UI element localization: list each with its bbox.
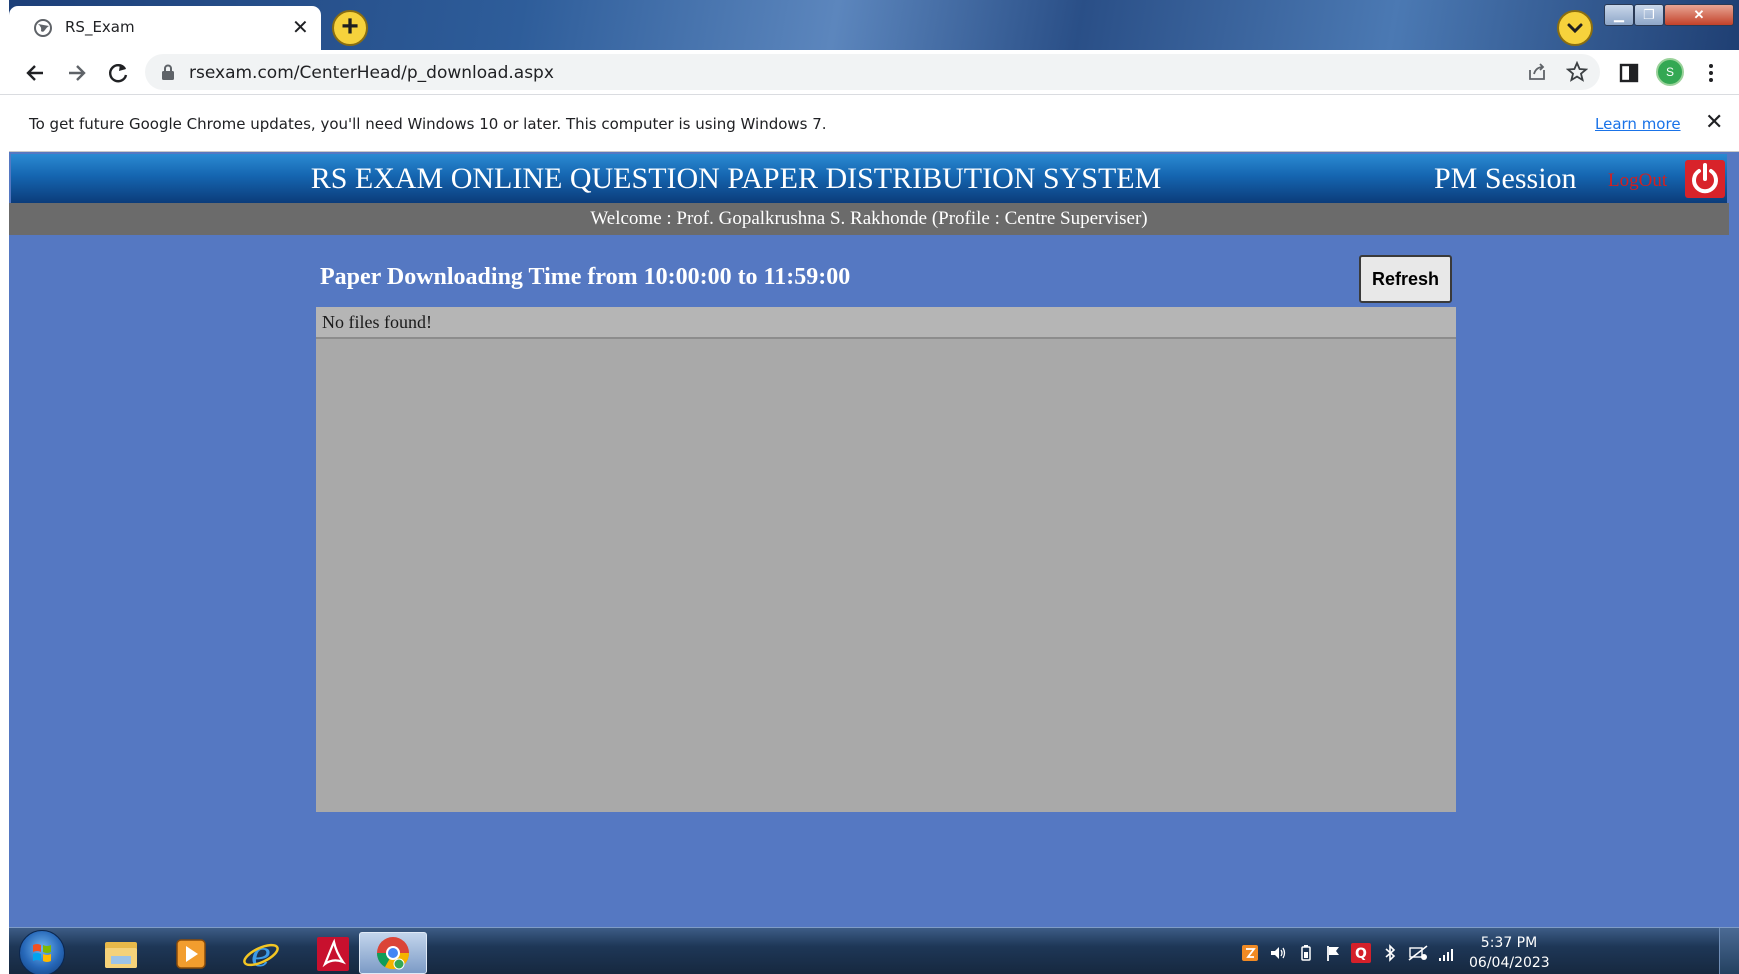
forward-icon[interactable] [63, 60, 89, 86]
q-icon[interactable]: Q [1351, 943, 1371, 963]
minimize-icon[interactable]: ▁ [1604, 4, 1634, 26]
windows-start-icon[interactable] [19, 930, 65, 974]
url-text[interactable]: rsexam.com/CenterHead/p_download.aspx [189, 63, 554, 83]
side-panel-icon[interactable] [1616, 60, 1642, 86]
page-header: RS EXAM ONLINE QUESTION PAPER DISTRIBUTI… [11, 154, 1727, 203]
star-icon[interactable] [1566, 61, 1588, 83]
table-row: No files found! [316, 307, 1456, 339]
bluetooth-icon[interactable] [1381, 944, 1399, 962]
signal-icon[interactable] [1437, 944, 1459, 962]
files-panel: No files found! [316, 307, 1456, 812]
browser-tab[interactable]: RS_Exam ✕ [9, 6, 321, 50]
browser-toolbar: rsexam.com/CenterHead/p_download.aspx S [0, 50, 1739, 95]
page-title: RS EXAM ONLINE QUESTION PAPER DISTRIBUTI… [310, 162, 1162, 195]
network-icon[interactable] [1407, 944, 1429, 962]
download-time-heading: Paper Downloading Time from 10:00:00 to … [320, 264, 851, 290]
learn-more-link[interactable]: Learn more [1595, 115, 1681, 133]
infobar-message: To get future Google Chrome updates, you… [29, 115, 827, 133]
taskbar-clock[interactable]: 5:37 PM 06/04/2023 [1469, 933, 1550, 973]
page-content: RS EXAM ONLINE QUESTION PAPER DISTRIBUTI… [9, 152, 1739, 927]
clock-date: 06/04/2023 [1469, 955, 1550, 971]
media-player-icon[interactable] [161, 932, 221, 974]
lock-icon[interactable] [161, 64, 175, 80]
internet-explorer-icon[interactable]: e [231, 932, 291, 974]
battery-icon[interactable] [1297, 944, 1315, 962]
session-label: PM Session [1434, 162, 1577, 195]
tab-title: RS_Exam [65, 18, 135, 36]
chrome-icon[interactable] [359, 932, 427, 974]
logout-link[interactable]: LogOut [1608, 170, 1667, 192]
maximize-icon[interactable]: ❐ [1634, 4, 1664, 26]
window-close-icon[interactable]: ✕ [1664, 4, 1734, 26]
update-infobar: To get future Google Chrome updates, you… [9, 96, 1739, 152]
back-icon[interactable] [23, 60, 49, 86]
clock-time: 5:37 PM [1480, 935, 1538, 951]
power-icon[interactable] [1685, 160, 1725, 198]
close-icon[interactable]: ✕ [1705, 109, 1723, 135]
chevron-down-icon[interactable] [1557, 10, 1593, 46]
title-bar-edge [0, 0, 9, 50]
avatar[interactable]: S [1656, 58, 1684, 86]
address-bar[interactable]: rsexam.com/CenterHead/p_download.aspx [145, 54, 1600, 90]
share-icon[interactable] [1526, 61, 1548, 83]
taskbar: e Q 5:37 PM 06/04/2023 [9, 927, 1739, 974]
reload-icon[interactable] [105, 60, 131, 86]
close-icon[interactable]: ✕ [292, 15, 309, 40]
shield-icon[interactable] [1241, 944, 1259, 962]
show-desktop-button[interactable] [1719, 928, 1739, 974]
acrobat-reader-icon[interactable] [303, 932, 363, 974]
globe-icon [34, 19, 52, 37]
welcome-bar: Welcome : Prof. Gopalkrushna S. Rakhonde… [9, 203, 1729, 235]
browser-title-bar: RS_Exam ✕ + ▁ ❐ ✕ [0, 0, 1739, 50]
svg-text:e: e [251, 935, 271, 974]
welcome-text: Welcome : Prof. Gopalkrushna S. Rakhonde… [590, 208, 1148, 229]
windows-explorer-icon[interactable] [91, 932, 151, 974]
flag-icon[interactable] [1324, 944, 1342, 962]
window-controls: ▁ ❐ ✕ [1604, 4, 1736, 28]
svg-text:Q: Q [1355, 946, 1367, 962]
volume-icon[interactable] [1269, 944, 1287, 962]
empty-message: No files found! [322, 312, 432, 332]
refresh-button[interactable]: Refresh [1359, 255, 1452, 303]
plus-icon[interactable]: + [332, 10, 368, 46]
more-vert-icon[interactable] [1698, 60, 1724, 86]
